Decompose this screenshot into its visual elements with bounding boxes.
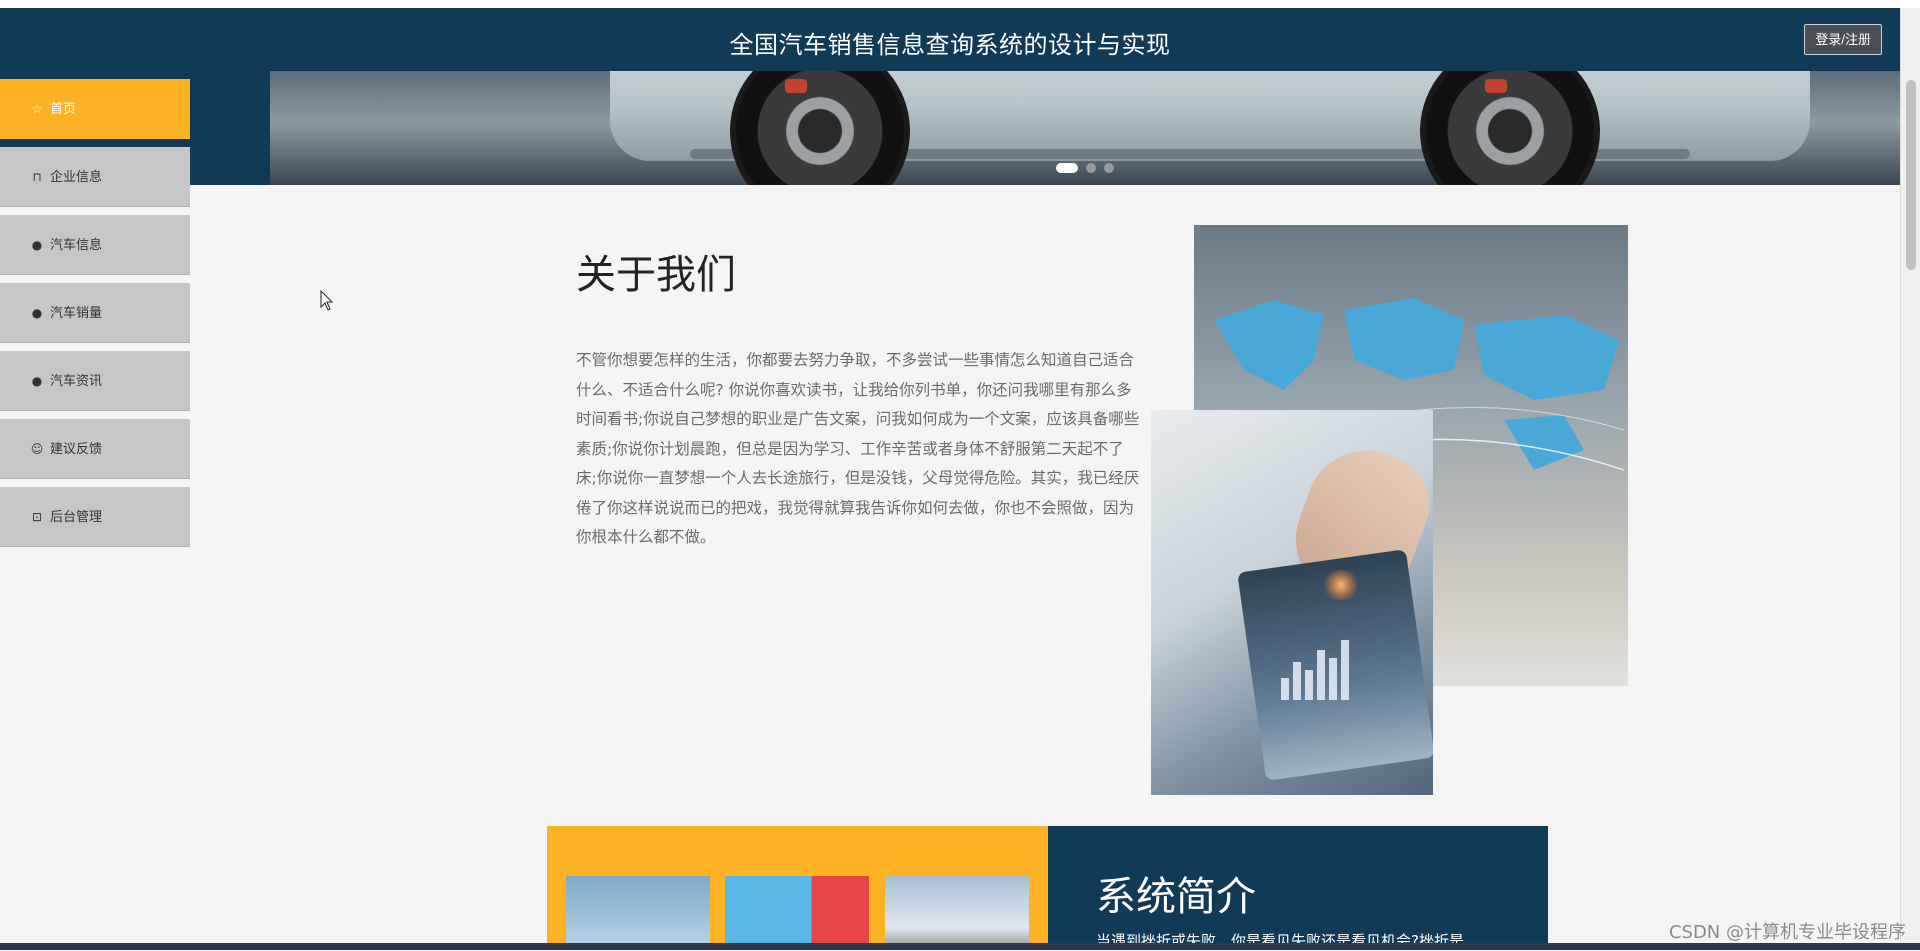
smile-icon: ☺: [30, 442, 44, 456]
briefcase-icon: ⊡: [31, 510, 43, 524]
brake-caliper: [785, 79, 807, 93]
scrollbar-thumb[interactable]: [1906, 80, 1916, 270]
site-title: 全国汽车销售信息查询系统的设计与实现: [729, 31, 1171, 59]
sidebar-item-home[interactable]: ☆ 首页: [0, 79, 190, 139]
sidebar-item-car-info[interactable]: ● 汽车信息: [0, 215, 190, 275]
sidebar-item-label: 汽车信息: [50, 238, 103, 253]
about-text: 不管你想要怎样的生活，你都要去努力争取，不多尝试一些事情怎么知道自己适合什么、不…: [576, 351, 1140, 546]
page-scrollbar[interactable]: [1900, 8, 1920, 950]
tablet-glow: [1321, 570, 1361, 600]
question-icon: ●: [31, 306, 43, 320]
info-icon: ●: [31, 374, 43, 388]
brake-caliper: [1485, 79, 1507, 93]
site-header: 全国汽车销售信息查询系统的设计与实现 登录/注册: [0, 8, 1900, 71]
tablet-hand-image: [1151, 410, 1433, 795]
sidebar-item-company-info[interactable]: ⊓ 企业信息: [0, 147, 190, 207]
sidebar-item-label: 建议反馈: [50, 442, 103, 457]
sidebar-item-label: 企业信息: [50, 170, 103, 185]
sidebar-item-label: 首页: [50, 102, 77, 117]
gallery-thumb-1[interactable]: [566, 876, 710, 950]
sidebar-item-car-sales[interactable]: ● 汽车销量: [0, 283, 190, 343]
lock-icon: ⊓: [32, 170, 42, 184]
sidebar-item-label: 后台管理: [50, 510, 103, 525]
watermark-text: CSDN @计算机专业毕设程序: [1668, 922, 1906, 943]
bottom-bar: [0, 943, 1920, 950]
carousel-dot-3[interactable]: [1104, 163, 1114, 173]
sidebar-item-admin[interactable]: ⊡ 后台管理: [0, 487, 190, 547]
login-register-button[interactable]: 登录/注册: [1804, 24, 1882, 55]
banner-carousel[interactable]: [270, 71, 1900, 185]
carousel-dot-2[interactable]: [1086, 163, 1096, 173]
about-title: 关于我们: [576, 252, 736, 298]
sidebar-item-feedback[interactable]: ☺ 建议反馈: [0, 419, 190, 479]
sidebar: ☆ 首页 ⊓ 企业信息 ● 汽车信息 ● 汽车销量 ● 汽车资讯 ☺ 建议反馈 ⊡ 后台管理: [0, 79, 190, 555]
gallery-thumb-2[interactable]: [725, 876, 869, 950]
sidebar-item-label: 汽车销量: [50, 306, 103, 321]
gallery-thumb-3[interactable]: [885, 876, 1029, 950]
sidebar-item-car-news[interactable]: ● 汽车资讯: [0, 351, 190, 411]
info-icon: ●: [31, 238, 43, 252]
carousel-dot-1[interactable]: [1056, 163, 1078, 173]
mouse-cursor-icon: [320, 290, 334, 311]
top-strip: [0, 0, 1920, 8]
carousel-dots: [270, 163, 1900, 173]
tablet-bars: [1281, 640, 1353, 700]
intro-panel: 系统简介 当遇到挫折或失败，你是看见失败还是看见机会?挫折是: [1048, 826, 1548, 950]
intro-title: 系统简介: [1096, 874, 1256, 920]
star-icon: ☆: [31, 102, 43, 116]
sidebar-item-label: 汽车资讯: [50, 374, 103, 389]
